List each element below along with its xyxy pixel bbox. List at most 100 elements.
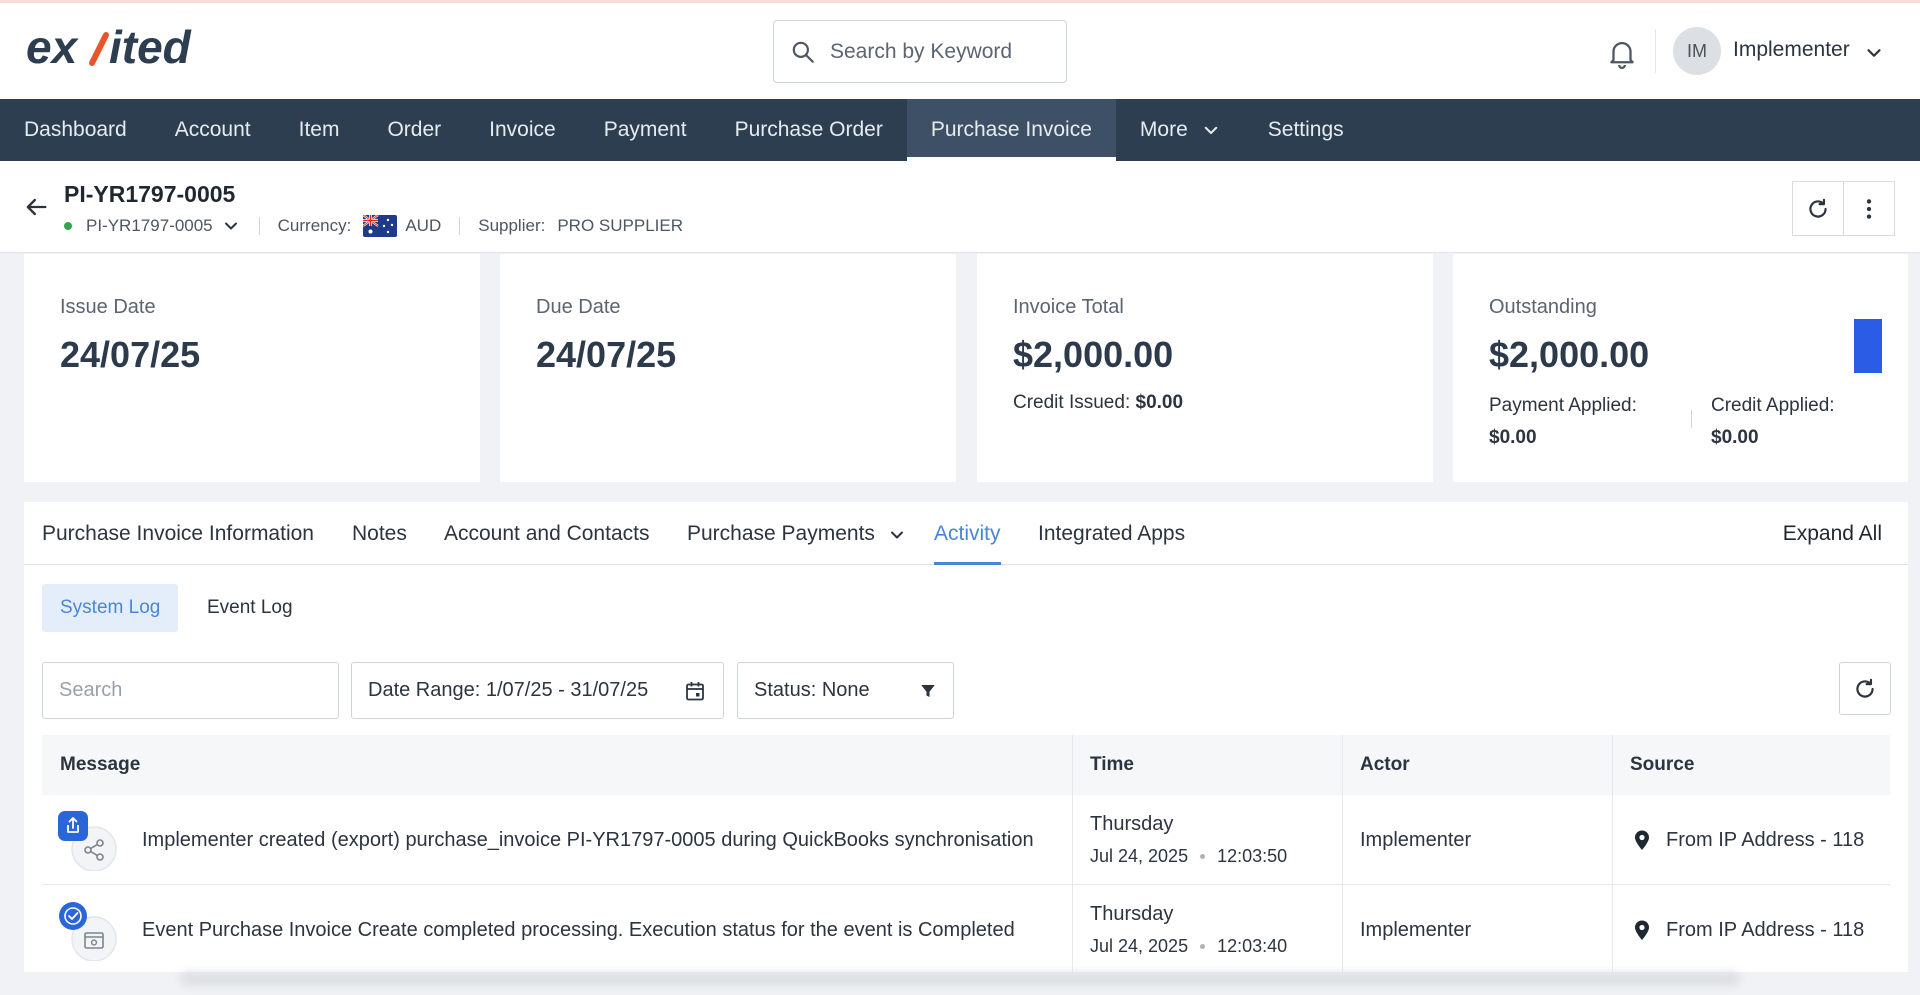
nav-dashboard[interactable]: Dashboard [0, 99, 151, 161]
row-day: Thursday [1090, 903, 1174, 925]
nav-invoice[interactable]: Invoice [465, 99, 580, 161]
date-range-value: Date Range: 1/07/25 - 31/07/25 [368, 679, 649, 701]
divider [258, 217, 260, 235]
refresh-button[interactable] [1792, 181, 1844, 236]
activity-log-table: Message Time Actor Source Implementer cr… [42, 735, 1890, 972]
due-date-value: 24/07/25 [536, 334, 677, 375]
location-pin-icon [1635, 920, 1649, 940]
row-source: From IP Address - 118 [1630, 795, 1890, 885]
detail-tabs: Purchase Invoice Information Notes Accou… [24, 502, 1908, 565]
tab-notes[interactable]: Notes [352, 522, 407, 565]
nav-settings[interactable]: Settings [1244, 99, 1368, 161]
header-actor[interactable]: Actor [1342, 735, 1410, 795]
horizontal-scrollbar[interactable] [180, 972, 1740, 986]
detail-panel: Purchase Invoice Information Notes Accou… [24, 502, 1908, 972]
bell-icon[interactable] [1605, 36, 1639, 70]
nav-account[interactable]: Account [151, 99, 275, 161]
record-meta: PI-YR1797-0005 Currency: AUD Supplier: P… [64, 215, 683, 237]
nav-more-label: More [1139, 118, 1188, 141]
invoice-total-label: Invoice Total [1013, 296, 1124, 318]
row-source-text: From IP Address - 118 [1666, 828, 1865, 851]
credit-applied: Credit Applied: $0.00 [1711, 390, 1835, 454]
credit-issued-label: Credit Issued: [1013, 392, 1131, 413]
filter-icon [921, 684, 935, 697]
row-actor: Implementer [1360, 918, 1472, 941]
log-refresh-button[interactable] [1839, 662, 1891, 715]
header-time[interactable]: Time [1072, 735, 1134, 795]
nav-item[interactable]: Item [275, 99, 364, 161]
row-time: Thursday Jul 24, 2025 12:03:40 [1090, 885, 1287, 972]
header-source[interactable]: Source [1612, 735, 1694, 795]
tab-integrated-apps[interactable]: Integrated Apps [1038, 522, 1185, 565]
column-divider [1072, 735, 1073, 972]
subtab-system-log[interactable]: System Log [42, 584, 179, 632]
separator-dot [1200, 854, 1206, 859]
expand-all-button[interactable]: Expand All [1783, 522, 1882, 546]
row-message: Implementer created (export) purchase_in… [142, 828, 1034, 851]
nav-purchase-order[interactable]: Purchase Order [711, 99, 907, 161]
payment-applied-label: Payment Applied: [1489, 395, 1637, 416]
nav-more[interactable]: More [1116, 99, 1244, 161]
row-date: Jul 24, 2025 [1090, 936, 1189, 956]
exsited-logo[interactable]: ex ited [26, 21, 216, 75]
credit-issued: Credit Issued: $0.00 [1013, 392, 1183, 414]
due-date-card: Due Date 24/07/25 [500, 254, 956, 482]
currency-label: Currency: [277, 216, 352, 235]
australia-flag-icon [363, 215, 398, 237]
due-date-label: Due Date [536, 296, 621, 318]
record-id-selector[interactable]: PI-YR1797-0005 [86, 216, 213, 236]
header-divider [1655, 29, 1656, 73]
payment-applied: Payment Applied: $0.00 [1489, 390, 1637, 454]
credit-applied-value: $0.00 [1711, 427, 1759, 448]
chevron-down-icon[interactable] [1863, 42, 1885, 64]
global-search-input[interactable]: Search by Keyword [773, 20, 1067, 83]
chevron-down-icon[interactable] [221, 216, 241, 236]
app-header: ex ited Search by Keyword IM Implementer [0, 3, 1920, 99]
main-nav: Dashboard Account Item Order Invoice Pay… [0, 99, 1920, 161]
row-source-text: From IP Address - 118 [1666, 918, 1865, 941]
location-pin-icon [1635, 830, 1649, 850]
issue-date-value: 24/07/25 [60, 334, 201, 375]
column-divider [1342, 735, 1343, 972]
back-arrow-icon[interactable] [22, 193, 50, 221]
row-datetime: Jul 24, 2025 12:03:50 [1090, 846, 1287, 867]
supplier-value[interactable]: PRO SUPPLIER [557, 216, 683, 236]
log-search-input[interactable]: Search [42, 662, 339, 719]
nav-purchase-invoice[interactable]: Purchase Invoice [906, 99, 1117, 161]
nav-order[interactable]: Order [363, 99, 465, 161]
record-header: PI-YR1797-0005 PI-YR1797-0005 Currency: … [0, 161, 1920, 253]
status-dot [64, 222, 72, 230]
refresh-icon [1856, 678, 1874, 698]
subtab-event-log[interactable]: Event Log [189, 584, 311, 632]
user-name[interactable]: Implementer [1733, 38, 1850, 62]
row-actor: Implementer [1360, 828, 1472, 851]
calendar-icon [686, 681, 704, 700]
tab-account-and-contacts[interactable]: Account and Contacts [444, 522, 649, 565]
nav-payment[interactable]: Payment [580, 99, 711, 161]
tab-purchase-invoice-information[interactable]: Purchase Invoice Information [42, 522, 314, 565]
row-clock: 12:03:40 [1217, 936, 1288, 956]
invoice-total-card: Invoice Total $2,000.00 Credit Issued: $… [977, 254, 1433, 482]
tab-activity[interactable]: Activity [934, 522, 1001, 565]
side-panel-toggle[interactable] [1854, 319, 1882, 373]
more-options-button[interactable] [1843, 181, 1895, 236]
search-icon [792, 41, 814, 63]
row-clock: 12:03:50 [1217, 846, 1288, 866]
date-range-picker[interactable]: Date Range: 1/07/25 - 31/07/25 [351, 662, 724, 719]
avatar[interactable]: IM [1673, 27, 1721, 75]
outstanding-value: $2,000.00 [1489, 334, 1650, 375]
divider [1691, 410, 1692, 428]
chevron-down-icon [890, 531, 903, 539]
credit-applied-label: Credit Applied: [1711, 395, 1835, 416]
header-message[interactable]: Message [42, 735, 140, 795]
tab-purchase-payments-label: Purchase Payments [687, 522, 875, 545]
status-filter[interactable]: Status: None [737, 662, 954, 719]
svg-text:ex: ex [26, 23, 80, 73]
column-divider [1612, 735, 1613, 972]
row-time: Thursday Jul 24, 2025 12:03:50 [1090, 795, 1287, 885]
status-filter-value: Status: None [754, 679, 870, 701]
credit-issued-value: $0.00 [1135, 392, 1184, 413]
tab-purchase-payments[interactable]: Purchase Payments [687, 522, 907, 565]
payment-applied-value: $0.00 [1489, 427, 1537, 448]
search-placeholder: Search by Keyword [830, 39, 1013, 63]
